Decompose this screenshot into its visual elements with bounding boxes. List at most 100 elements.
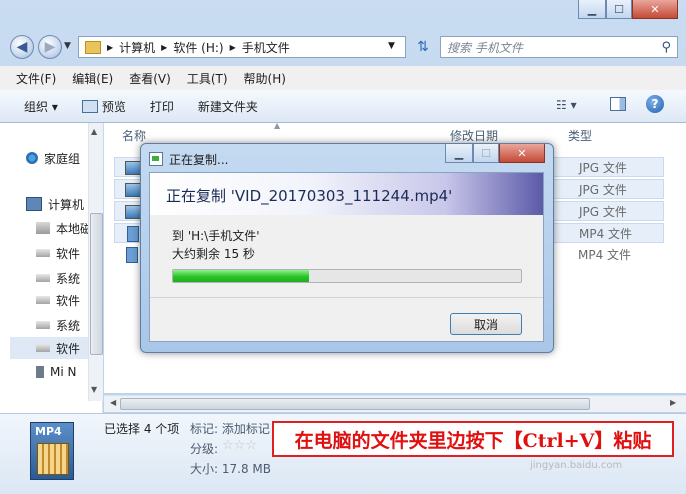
dialog-minimize-button[interactable]: ▁	[445, 144, 473, 163]
copy-progress-bar	[172, 269, 522, 283]
selection-count: 已选择 4 个项	[104, 422, 180, 436]
star-icon[interactable]: ☆	[222, 438, 234, 453]
menu-file[interactable]: 文件(F)	[8, 70, 64, 87]
video-file-icon	[126, 247, 138, 263]
phone-icon	[36, 366, 44, 378]
dialog-close-button[interactable]: ✕	[499, 144, 545, 163]
watermark: jingyan.baidu.com	[530, 460, 623, 471]
organize-button[interactable]: 组织 ▾	[12, 98, 70, 115]
video-thumbnail-icon: MP4	[30, 422, 74, 480]
command-bar: 组织 ▾ 预览 打印 新建文件夹 ☷ ▾ ?	[0, 90, 686, 123]
search-box[interactable]: 搜索 手机文件 ⚲	[440, 36, 678, 58]
print-button[interactable]: 打印	[138, 98, 186, 115]
nav-label: 系统	[56, 271, 81, 286]
drive-icon	[36, 296, 50, 304]
drive-icon	[36, 344, 50, 352]
refresh-button[interactable]: ⇅	[410, 36, 436, 58]
destination-text: 到 'H:\手机文件'	[172, 229, 260, 243]
drive-icon	[36, 249, 50, 257]
details-view-icon: ☷ ▾	[556, 98, 577, 112]
nav-label: Mi N	[50, 365, 77, 379]
nav-label: 软件	[56, 293, 81, 308]
view-options-button[interactable]: ☷ ▾	[556, 98, 577, 112]
file-type: MP4 文件	[578, 248, 632, 262]
video-file-icon	[127, 226, 139, 242]
size-field: 大小: 17.8 MB	[190, 462, 271, 476]
dialog-title-bar: 正在复制...	[149, 150, 228, 168]
cancel-button[interactable]: 取消	[450, 313, 522, 335]
chevron-down-icon: ▼	[64, 41, 71, 51]
dialog-header: 正在复制 'VID_20170303_111244.mp4'	[150, 173, 543, 215]
maximize-button[interactable]: ☐	[606, 0, 632, 19]
close-button[interactable]: ✕	[632, 0, 678, 19]
menu-view[interactable]: 查看(V)	[121, 70, 179, 87]
help-button[interactable]: ?	[646, 95, 664, 113]
dialog-body: 正在复制 'VID_20170303_111244.mp4' 到 'H:\手机文…	[149, 172, 544, 342]
thumbnail-label: MP4	[35, 425, 62, 438]
instruction-banner: 在电脑的文件夹里边按下【Ctrl+V】粘贴	[272, 421, 674, 457]
back-button[interactable]: ◀	[10, 35, 34, 59]
minimize-icon: ▁	[454, 146, 464, 160]
breadcrumb-separator-icon: ▶	[107, 42, 114, 52]
breadcrumb-separator-icon: ▶	[161, 42, 168, 52]
scroll-thumb[interactable]	[120, 398, 590, 410]
image-file-icon	[125, 183, 141, 197]
computer-icon	[26, 197, 42, 211]
scroll-thumb[interactable]	[90, 213, 103, 355]
nav-label: 软件	[56, 341, 81, 356]
rating-label: 分级:	[190, 442, 219, 456]
scroll-down-icon[interactable]: ▼	[91, 385, 97, 394]
minimize-icon: ▁	[587, 2, 597, 16]
breadcrumb-drive[interactable]: 软件 (H:)	[173, 39, 223, 56]
menu-edit[interactable]: 编辑(E)	[64, 70, 121, 87]
tags-field[interactable]: 标记: 添加标记	[190, 420, 270, 437]
divider	[150, 297, 543, 298]
preview-label: 预览	[101, 99, 126, 114]
maximize-icon: ☐	[614, 2, 624, 16]
back-arrow-icon: ◀	[16, 39, 28, 55]
breadcrumb-folder[interactable]: 手机文件	[242, 39, 290, 56]
nav-drive-software-3[interactable]: 软件	[10, 337, 88, 359]
refresh-icon: ⇅	[417, 39, 429, 55]
local-disk-icon	[36, 222, 50, 234]
drive-icon	[36, 321, 50, 329]
nav-label: 家庭组	[44, 151, 81, 166]
minimize-button[interactable]: ▁	[578, 0, 606, 19]
dialog-maximize-button[interactable]: ☐	[473, 144, 499, 163]
nav-label: 系统	[56, 318, 81, 333]
scroll-up-icon[interactable]: ▲	[91, 127, 97, 136]
preview-pane-button[interactable]	[610, 97, 626, 111]
recent-pages-button[interactable]: ▼	[64, 41, 71, 51]
nav-vertical-scrollbar[interactable]: ▲ ▼	[88, 123, 103, 401]
rating-stars[interactable]: ☆☆☆	[222, 438, 257, 453]
preview-button[interactable]: 预览	[70, 98, 138, 115]
search-icon: ⚲	[661, 39, 671, 55]
breadcrumb-computer[interactable]: 计算机	[119, 39, 155, 56]
time-remaining-text: 大约剩余 15 秒	[172, 247, 255, 261]
preview-icon	[81, 99, 98, 113]
star-icon[interactable]: ☆	[234, 438, 246, 453]
search-input[interactable]: 搜索 手机文件	[447, 39, 661, 56]
address-bar[interactable]: ▶ 计算机 ▶ 软件 (H:) ▶ 手机文件	[78, 36, 406, 58]
star-icon[interactable]: ☆	[245, 438, 257, 453]
maximize-icon: ☐	[481, 146, 491, 160]
image-file-icon	[125, 205, 141, 219]
close-icon: ✕	[650, 2, 660, 16]
scroll-left-icon[interactable]: ◀	[110, 398, 116, 407]
scroll-right-icon[interactable]: ▶	[670, 398, 676, 407]
film-strip-icon	[37, 443, 69, 475]
new-folder-button[interactable]: 新建文件夹	[186, 98, 270, 115]
image-file-icon	[125, 161, 141, 175]
close-icon: ✕	[517, 146, 527, 160]
file-type: MP4 文件	[579, 227, 633, 241]
forward-arrow-icon: ▶	[44, 39, 56, 55]
dialog-title: 正在复制...	[169, 152, 229, 167]
forward-button[interactable]: ▶	[38, 35, 62, 59]
file-type: JPG 文件	[579, 183, 627, 197]
menu-tools[interactable]: 工具(T)	[179, 70, 236, 87]
file-horizontal-scrollbar[interactable]: ◀ ▶	[104, 395, 686, 412]
address-dropdown-button[interactable]: ▼	[388, 41, 395, 51]
column-header-type[interactable]: 类型	[568, 123, 592, 147]
menu-help[interactable]: 帮助(H)	[236, 70, 294, 87]
nav-label: 软件	[56, 246, 81, 261]
